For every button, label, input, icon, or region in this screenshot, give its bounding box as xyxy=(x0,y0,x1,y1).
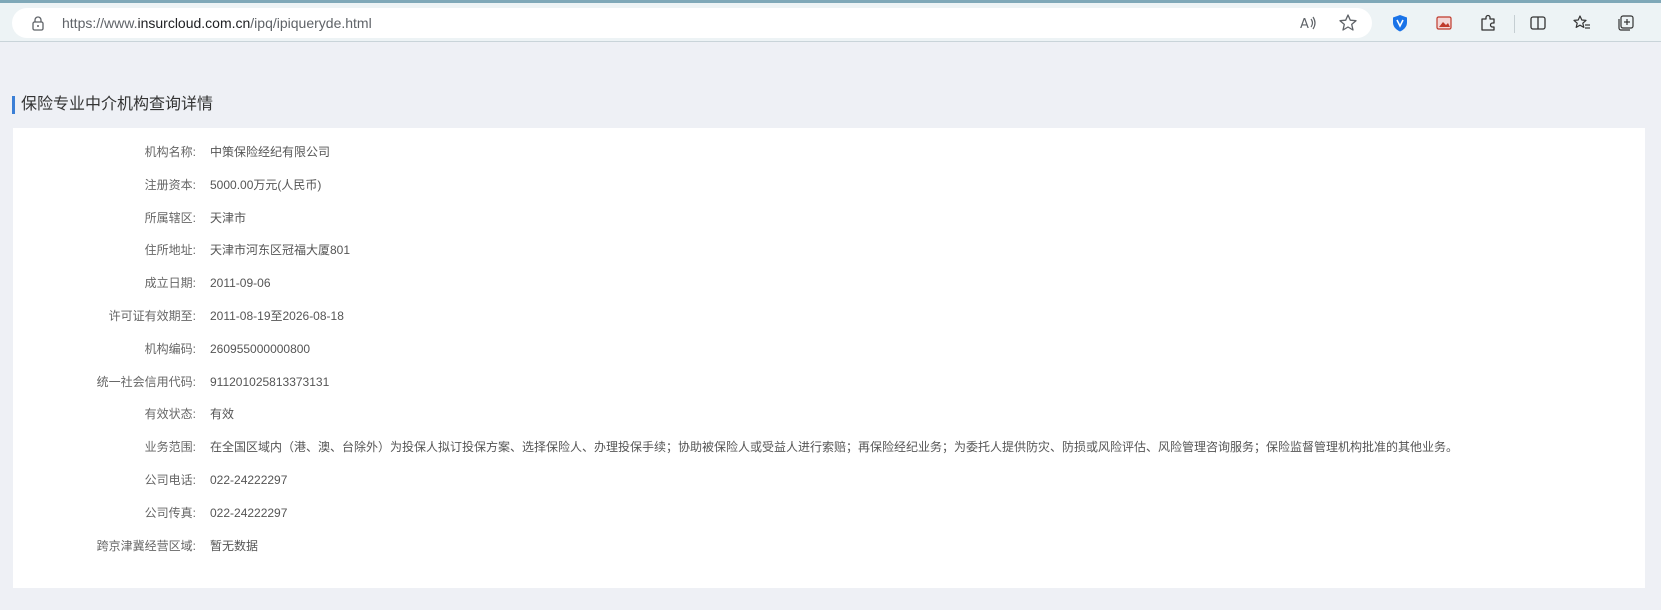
detail-row-region: 跨京津冀经营区域: 暂无数据 xyxy=(13,536,1645,556)
detail-value: 5000.00万元(人民币) xyxy=(210,178,322,192)
detail-value: 天津市 xyxy=(210,211,247,225)
browser-toolbar: https://www.insurcloud.com.cn/ipq/ipique… xyxy=(0,3,1661,42)
detail-value: 022-24222297 xyxy=(210,473,288,487)
detail-label: 注册资本: xyxy=(144,178,196,192)
detail-row-license: 许可证有效期至: 2011-08-19至2026-08-18 xyxy=(13,306,1645,326)
detail-label: 许可证有效期至: xyxy=(108,309,196,323)
split-screen-icon[interactable] xyxy=(1528,13,1548,33)
detail-value: 天津市河东区冠福大厦801 xyxy=(210,243,351,257)
detail-label: 机构名称: xyxy=(144,145,196,159)
detail-row-capital: 注册资本: 5000.00万元(人民币) xyxy=(13,175,1645,195)
puzzle-icon[interactable] xyxy=(1478,13,1498,33)
detail-label: 所属辖区: xyxy=(144,211,196,225)
read-aloud-icon[interactable]: A xyxy=(1298,13,1318,33)
detail-value: 911201025813373131 xyxy=(210,375,330,389)
detail-row-fax: 公司传真: 022-24222297 xyxy=(13,503,1645,523)
detail-label: 公司电话: xyxy=(144,473,196,487)
detail-row-status: 有效状态: 有效 xyxy=(13,404,1645,424)
detail-value: 022-24222297 xyxy=(210,506,288,520)
detail-row-phone: 公司电话: 022-24222297 xyxy=(13,470,1645,490)
detail-row-address: 住所地址: 天津市河东区冠福大厦801 xyxy=(13,240,1645,260)
detail-row-name: 机构名称: 中策保险经纪有限公司 xyxy=(13,142,1645,162)
detail-value: 暂无数据 xyxy=(210,539,259,553)
svg-text:A: A xyxy=(1300,17,1309,32)
shield-extension-icon[interactable] xyxy=(1390,13,1410,33)
toolbar-divider xyxy=(1514,15,1515,33)
collections-icon[interactable] xyxy=(1616,13,1636,33)
url-host: insurcloud.com.cn xyxy=(137,15,251,31)
detail-value: 2011-09-06 xyxy=(210,276,271,290)
detail-label: 跨京津冀经营区域: xyxy=(96,539,196,553)
detail-value: 中策保险经纪有限公司 xyxy=(210,145,331,159)
detail-row-scope: 业务范围: 在全国区域内（港、澳、台除外）为投保人拟订投保方案、选择保险人、办理… xyxy=(13,437,1645,457)
detail-label: 公司传真: xyxy=(144,506,196,520)
url-text[interactable]: https://www.insurcloud.com.cn/ipq/ipique… xyxy=(62,15,372,31)
favorites-list-icon[interactable] xyxy=(1572,13,1592,33)
detail-row-jurisdiction: 所属辖区: 天津市 xyxy=(13,208,1645,228)
detail-value: 260955000000800 xyxy=(210,342,311,356)
detail-label: 成立日期: xyxy=(144,276,196,290)
detail-label: 统一社会信用代码: xyxy=(96,375,196,389)
detail-value: 有效 xyxy=(210,407,235,421)
detail-value: 2011-08-19至2026-08-18 xyxy=(210,309,344,323)
detail-label: 业务范围: xyxy=(144,440,196,454)
url-path: /ipq/ipiqueryde.html xyxy=(250,15,372,31)
detail-value: 在全国区域内（港、澳、台除外）为投保人拟订投保方案、选择保险人、办理投保手续；协… xyxy=(210,440,1459,454)
url-prefix: https://www. xyxy=(62,15,138,31)
detail-row-code: 机构编码: 260955000000800 xyxy=(13,339,1645,359)
detail-label: 有效状态: xyxy=(144,407,196,421)
detail-row-credit-code: 统一社会信用代码: 911201025813373131 xyxy=(13,372,1645,392)
detail-label: 住所地址: xyxy=(144,243,196,257)
page-content: 保险专业中介机构查询详情 机构名称: 中策保险经纪有限公司 注册资本: 5000… xyxy=(0,42,1661,610)
star-icon[interactable] xyxy=(1338,13,1358,33)
details-card: 机构名称: 中策保险经纪有限公司 注册资本: 5000.00万元(人民币) 所属… xyxy=(13,128,1645,588)
address-bar[interactable]: https://www.insurcloud.com.cn/ipq/ipique… xyxy=(12,8,1372,38)
lock-icon[interactable] xyxy=(30,15,46,31)
detail-label: 机构编码: xyxy=(144,342,196,356)
page-title: 保险专业中介机构查询详情 xyxy=(12,96,213,114)
image-extension-icon[interactable] xyxy=(1434,13,1454,33)
detail-row-established: 成立日期: 2011-09-06 xyxy=(13,273,1645,293)
